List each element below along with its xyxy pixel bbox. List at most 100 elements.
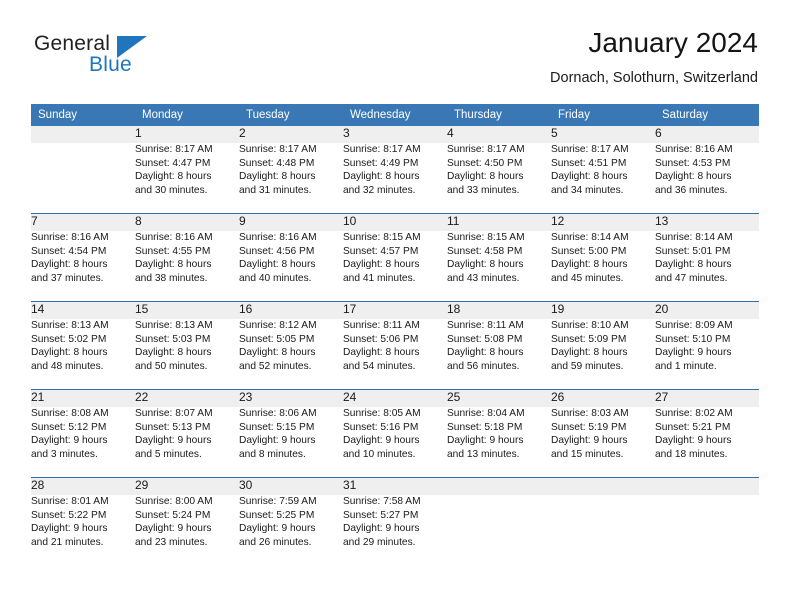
day-number[interactable]: 18: [447, 302, 551, 319]
daylight-text-line1: Daylight: 8 hours: [655, 171, 732, 183]
daylight-text-line2: and 31 minutes.: [239, 185, 312, 197]
day-cell[interactable]: Sunrise: 8:11 AM Sunset: 5:06 PM Dayligh…: [343, 319, 447, 389]
day-number[interactable]: 23: [239, 390, 343, 407]
daylight-text-line2: and 1 minute.: [655, 361, 717, 373]
day-number[interactable]: 17: [343, 302, 447, 319]
day-number[interactable]: 30: [239, 478, 343, 495]
day-number[interactable]: [447, 478, 551, 495]
day-cell[interactable]: Sunrise: 8:14 AM Sunset: 5:01 PM Dayligh…: [655, 231, 759, 301]
day-number[interactable]: 16: [239, 302, 343, 319]
day-cell[interactable]: Sunrise: 8:16 AM Sunset: 4:54 PM Dayligh…: [31, 231, 135, 301]
calendar-header-row: Sunday Monday Tuesday Wednesday Thursday…: [31, 104, 759, 126]
day-number[interactable]: 7: [31, 214, 135, 231]
daylight-text-line2: and 30 minutes.: [135, 185, 208, 197]
day-cell[interactable]: Sunrise: 7:59 AM Sunset: 5:25 PM Dayligh…: [239, 495, 343, 565]
day-number[interactable]: 31: [343, 478, 447, 495]
sunset-text: Sunset: 5:01 PM: [655, 245, 731, 257]
day-cell[interactable]: Sunrise: 8:16 AM Sunset: 4:55 PM Dayligh…: [135, 231, 239, 301]
day-cell[interactable]: Sunrise: 8:01 AM Sunset: 5:22 PM Dayligh…: [31, 495, 135, 565]
day-number[interactable]: 5: [551, 126, 655, 143]
daylight-text-line2: and 21 minutes.: [31, 537, 104, 549]
day-number[interactable]: [551, 478, 655, 495]
day-number[interactable]: 29: [135, 478, 239, 495]
daylight-text-line1: Daylight: 9 hours: [31, 523, 108, 535]
sunrise-text: Sunrise: 8:01 AM: [31, 496, 109, 507]
day-cell[interactable]: [447, 495, 551, 565]
day-cell[interactable]: [655, 495, 759, 565]
daylight-text-line1: Daylight: 9 hours: [343, 523, 420, 535]
day-cell[interactable]: Sunrise: 8:07 AM Sunset: 5:13 PM Dayligh…: [135, 407, 239, 477]
day-number[interactable]: 21: [31, 390, 135, 407]
day-cell[interactable]: Sunrise: 8:15 AM Sunset: 4:57 PM Dayligh…: [343, 231, 447, 301]
day-number[interactable]: 11: [447, 214, 551, 231]
daylight-text-line1: Daylight: 9 hours: [135, 523, 212, 535]
day-number[interactable]: 4: [447, 126, 551, 143]
day-number[interactable]: [31, 126, 135, 143]
day-cell[interactable]: Sunrise: 8:12 AM Sunset: 5:05 PM Dayligh…: [239, 319, 343, 389]
day-number[interactable]: 25: [447, 390, 551, 407]
sunrise-text: Sunrise: 8:05 AM: [343, 408, 421, 419]
day-cell[interactable]: Sunrise: 8:16 AM Sunset: 4:53 PM Dayligh…: [655, 143, 759, 213]
sunset-text: Sunset: 5:02 PM: [31, 333, 107, 345]
weekday-header-tuesday: Tuesday: [239, 104, 343, 126]
day-cell[interactable]: Sunrise: 8:09 AM Sunset: 5:10 PM Dayligh…: [655, 319, 759, 389]
day-cell[interactable]: Sunrise: 8:15 AM Sunset: 4:58 PM Dayligh…: [447, 231, 551, 301]
day-number[interactable]: [655, 478, 759, 495]
daylight-text-line2: and 54 minutes.: [343, 361, 416, 373]
day-cell[interactable]: [551, 495, 655, 565]
title-block: January 2024 Dornach, Solothurn, Switzer…: [550, 26, 758, 87]
day-number[interactable]: 14: [31, 302, 135, 319]
day-number[interactable]: 15: [135, 302, 239, 319]
weekday-header-thursday: Thursday: [447, 104, 551, 126]
day-cell[interactable]: Sunrise: 8:11 AM Sunset: 5:08 PM Dayligh…: [447, 319, 551, 389]
day-number[interactable]: 10: [343, 214, 447, 231]
day-number[interactable]: 19: [551, 302, 655, 319]
day-number[interactable]: 8: [135, 214, 239, 231]
sunset-text: Sunset: 5:25 PM: [239, 509, 315, 521]
day-cell[interactable]: Sunrise: 8:02 AM Sunset: 5:21 PM Dayligh…: [655, 407, 759, 477]
day-cell[interactable]: Sunrise: 8:08 AM Sunset: 5:12 PM Dayligh…: [31, 407, 135, 477]
sunrise-text: Sunrise: 8:16 AM: [655, 144, 733, 155]
day-cell[interactable]: Sunrise: 8:00 AM Sunset: 5:24 PM Dayligh…: [135, 495, 239, 565]
day-number[interactable]: 12: [551, 214, 655, 231]
day-cell[interactable]: Sunrise: 8:10 AM Sunset: 5:09 PM Dayligh…: [551, 319, 655, 389]
daylight-text-line2: and 3 minutes.: [31, 449, 98, 461]
sunrise-text: Sunrise: 8:14 AM: [655, 232, 733, 243]
day-number[interactable]: 27: [655, 390, 759, 407]
day-number[interactable]: 28: [31, 478, 135, 495]
day-cell[interactable]: Sunrise: 8:17 AM Sunset: 4:50 PM Dayligh…: [447, 143, 551, 213]
day-number[interactable]: 22: [135, 390, 239, 407]
sunset-text: Sunset: 5:10 PM: [655, 333, 731, 345]
day-number[interactable]: 13: [655, 214, 759, 231]
day-cell[interactable]: Sunrise: 8:03 AM Sunset: 5:19 PM Dayligh…: [551, 407, 655, 477]
day-number[interactable]: 3: [343, 126, 447, 143]
day-cell[interactable]: Sunrise: 8:17 AM Sunset: 4:51 PM Dayligh…: [551, 143, 655, 213]
day-cell[interactable]: Sunrise: 8:04 AM Sunset: 5:18 PM Dayligh…: [447, 407, 551, 477]
day-cell[interactable]: Sunrise: 8:17 AM Sunset: 4:47 PM Dayligh…: [135, 143, 239, 213]
sunset-text: Sunset: 5:00 PM: [551, 245, 627, 257]
day-number[interactable]: 24: [343, 390, 447, 407]
day-cell[interactable]: [31, 143, 135, 213]
day-cell[interactable]: Sunrise: 8:13 AM Sunset: 5:02 PM Dayligh…: [31, 319, 135, 389]
day-cell[interactable]: Sunrise: 8:17 AM Sunset: 4:48 PM Dayligh…: [239, 143, 343, 213]
day-cell[interactable]: Sunrise: 8:17 AM Sunset: 4:49 PM Dayligh…: [343, 143, 447, 213]
day-number[interactable]: 6: [655, 126, 759, 143]
sunset-text: Sunset: 5:22 PM: [31, 509, 107, 521]
day-number[interactable]: 20: [655, 302, 759, 319]
daylight-text-line1: Daylight: 8 hours: [447, 171, 524, 183]
day-cell[interactable]: Sunrise: 8:13 AM Sunset: 5:03 PM Dayligh…: [135, 319, 239, 389]
daylight-text-line1: Daylight: 8 hours: [31, 259, 108, 271]
daylight-text-line1: Daylight: 8 hours: [343, 171, 420, 183]
day-number[interactable]: 1: [135, 126, 239, 143]
day-number[interactable]: 26: [551, 390, 655, 407]
brand-logo[interactable]: General Blue: [32, 26, 212, 84]
day-cell[interactable]: Sunrise: 7:58 AM Sunset: 5:27 PM Dayligh…: [343, 495, 447, 565]
daylight-text-line1: Daylight: 8 hours: [239, 259, 316, 271]
day-number[interactable]: 2: [239, 126, 343, 143]
daylight-text-line1: Daylight: 8 hours: [239, 347, 316, 359]
day-cell[interactable]: Sunrise: 8:05 AM Sunset: 5:16 PM Dayligh…: [343, 407, 447, 477]
day-cell[interactable]: Sunrise: 8:06 AM Sunset: 5:15 PM Dayligh…: [239, 407, 343, 477]
day-number[interactable]: 9: [239, 214, 343, 231]
day-cell[interactable]: Sunrise: 8:16 AM Sunset: 4:56 PM Dayligh…: [239, 231, 343, 301]
day-cell[interactable]: Sunrise: 8:14 AM Sunset: 5:00 PM Dayligh…: [551, 231, 655, 301]
